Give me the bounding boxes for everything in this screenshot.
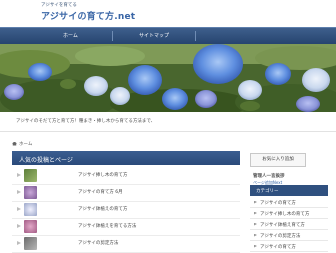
popular-posts-list: アジサイ挿し木の育て方 アジサイの育て方 6月 アジサイ鉢植えの育て方 アジサイ… [12, 167, 240, 253]
post-link[interactable]: アジサイ鉢植えの育て方 [78, 206, 127, 212]
chevron-right-icon [254, 222, 257, 226]
chevron-right-icon [254, 233, 257, 237]
hero-image [0, 44, 336, 112]
post-thumbnail[interactable] [24, 169, 37, 182]
nav-separator [112, 31, 113, 41]
nav-item-home[interactable]: ホーム [63, 32, 78, 39]
add-favorite-button[interactable]: お気に入り追加 [250, 153, 306, 167]
breadcrumb-home[interactable]: ホーム [19, 142, 32, 147]
hydrangea-photo [0, 44, 336, 112]
chevron-right-icon [254, 211, 257, 215]
hero-caption-bar: アジサイのそだて方と育て方！種まき・挿し木から育てる方法まで、 [0, 112, 336, 132]
category-item[interactable]: アジサイ挿し木の育て方 [250, 208, 328, 219]
list-item[interactable]: アジサイ鉢植えの育て方 [12, 201, 240, 219]
category-link[interactable]: アジサイ挿し木の育て方 [260, 211, 309, 217]
chevron-right-icon [254, 200, 257, 204]
hero-caption: アジサイのそだて方と育て方！種まき・挿し木から育てる方法まで、 [16, 119, 156, 124]
site-tagline: アジサイを育てる [41, 3, 77, 8]
post-thumbnail[interactable] [24, 237, 37, 250]
site-header: アジサイを育てる アジサイの育て方.net [0, 0, 336, 27]
post-thumbnail[interactable] [24, 203, 37, 216]
sidebar-heading: 管理人一言挨拶 [253, 174, 285, 179]
list-item[interactable]: アジサイの剪定方法 [12, 235, 240, 253]
post-link[interactable]: アジサイ鉢植えを育てる方法 [78, 223, 136, 229]
list-item[interactable]: アジサイ挿し木の育て方 [12, 167, 240, 185]
nav-item-sitemap[interactable]: サイトマップ [139, 32, 169, 39]
main-nav: ホーム サイトマップ [0, 27, 336, 44]
popular-posts-header: 人気の投稿とページ [12, 151, 240, 165]
nav-separator [195, 31, 196, 41]
list-item[interactable]: アジサイ鉢植えを育てる方法 [12, 218, 240, 236]
post-link[interactable]: アジサイ挿し木の育て方 [78, 172, 127, 178]
chevron-right-icon [17, 224, 21, 228]
chevron-right-icon [17, 207, 21, 211]
home-icon [12, 141, 17, 146]
post-link[interactable]: アジサイの剪定方法 [78, 240, 118, 246]
post-thumbnail[interactable] [24, 220, 37, 233]
post-link[interactable]: アジサイの育て方 6月 [78, 189, 123, 195]
category-link[interactable]: アジサイの剪定方法 [260, 233, 300, 239]
category-item[interactable]: アジサイの育て方 [250, 241, 328, 252]
category-link[interactable]: アジサイの育て方 [260, 200, 296, 206]
category-header: カテゴリー [250, 185, 328, 196]
site-title[interactable]: アジサイの育て方.net [41, 9, 135, 22]
category-link[interactable]: アジサイの育て方 [260, 244, 296, 250]
post-thumbnail[interactable] [24, 186, 37, 199]
list-item[interactable]: アジサイの育て方 6月 [12, 184, 240, 202]
popular-posts-title: 人気の投稿とページ [19, 156, 73, 164]
breadcrumb: ホーム [12, 141, 32, 147]
category-item[interactable]: アジサイの剪定方法 [250, 230, 328, 241]
category-link[interactable]: アジサイ鉢植え育て方 [260, 222, 305, 228]
category-title: カテゴリー [256, 188, 279, 194]
chevron-right-icon [254, 244, 257, 248]
category-item[interactable]: アジサイ鉢植え育て方 [250, 219, 328, 230]
chevron-right-icon [17, 190, 21, 194]
chevron-right-icon [17, 173, 21, 177]
category-item[interactable]: アジサイの育て方 [250, 197, 328, 208]
chevron-right-icon [17, 241, 21, 245]
